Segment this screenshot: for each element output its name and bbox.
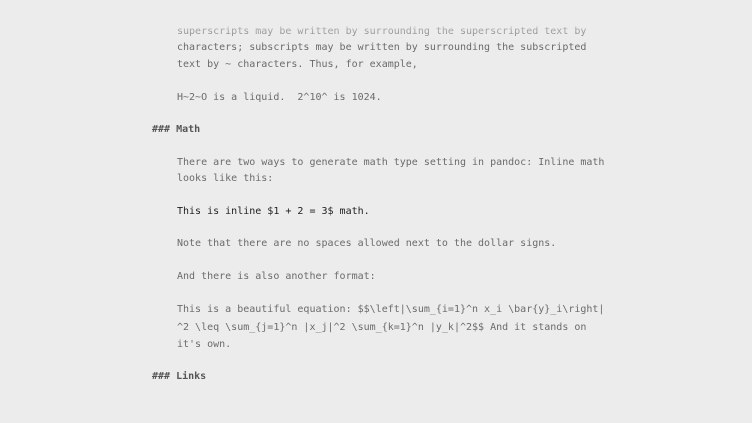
text-line[interactable]: There are two ways to generate math type… (177, 157, 604, 169)
text-line[interactable]: characters; subscripts may be written by… (177, 42, 586, 54)
heading-links[interactable]: ### Links (152, 371, 206, 383)
text-line[interactable]: Note that there are no spaces allowed ne… (177, 238, 556, 250)
editor-window: superscripts may be written by surroundi… (0, 0, 752, 423)
text-line[interactable]: ^2 \leq \sum_{j=1}^n |x_j|^2 \sum_{k=1}^… (177, 322, 586, 334)
heading-math[interactable]: ### Math (152, 124, 200, 136)
active-text-line[interactable]: This is inline $1 + 2 = 3$ math. (177, 206, 370, 218)
text-line[interactable]: superscripts may be written by surroundi… (177, 26, 586, 38)
bottom-fade-overlay (0, 403, 752, 423)
text-line[interactable]: it's own. (177, 339, 231, 351)
text-line[interactable]: This is a beautiful equation: $$\left|\s… (177, 304, 604, 316)
text-line[interactable]: H~2~O is a liquid. 2^10^ is 1024. (177, 92, 382, 104)
text-line[interactable]: text by ~ characters. Thus, for example, (177, 59, 418, 71)
text-line[interactable]: looks like this: (177, 173, 273, 185)
text-line[interactable]: And there is also another format: (177, 271, 376, 283)
